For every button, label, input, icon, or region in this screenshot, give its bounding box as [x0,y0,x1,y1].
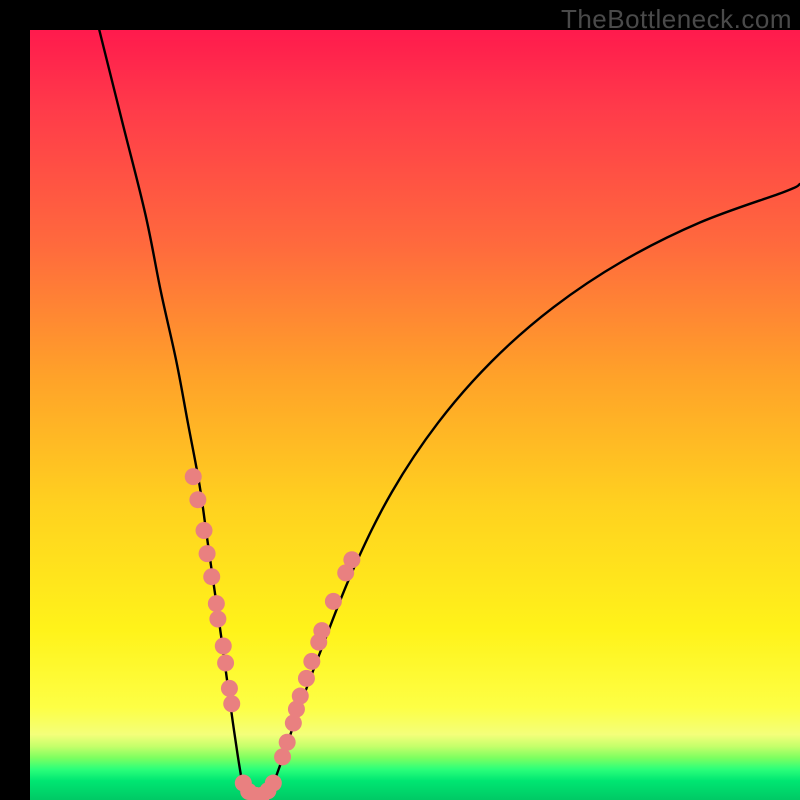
data-dot [303,653,320,670]
dots-group [185,468,361,800]
data-dot [274,748,291,765]
bottleneck-curve [99,30,800,799]
curve-layer [30,30,800,800]
data-dot [221,680,238,697]
data-dot [208,595,225,612]
plot-area [30,30,800,800]
data-dot [279,734,296,751]
data-dot [217,654,234,671]
data-dot [189,491,206,508]
curve-group [99,30,800,799]
chart-stage: TheBottleneck.com [0,0,800,800]
data-dot [292,688,309,705]
data-dot [223,695,240,712]
data-dot [325,593,342,610]
data-dot [215,638,232,655]
data-dot [343,551,360,568]
data-dot [265,775,282,792]
data-dot [196,522,213,539]
watermark-text: TheBottleneck.com [561,4,792,35]
data-dot [209,611,226,628]
data-dot [185,468,202,485]
data-dot [298,670,315,687]
data-dot [313,622,330,639]
data-dot [199,545,216,562]
data-dot [203,568,220,585]
